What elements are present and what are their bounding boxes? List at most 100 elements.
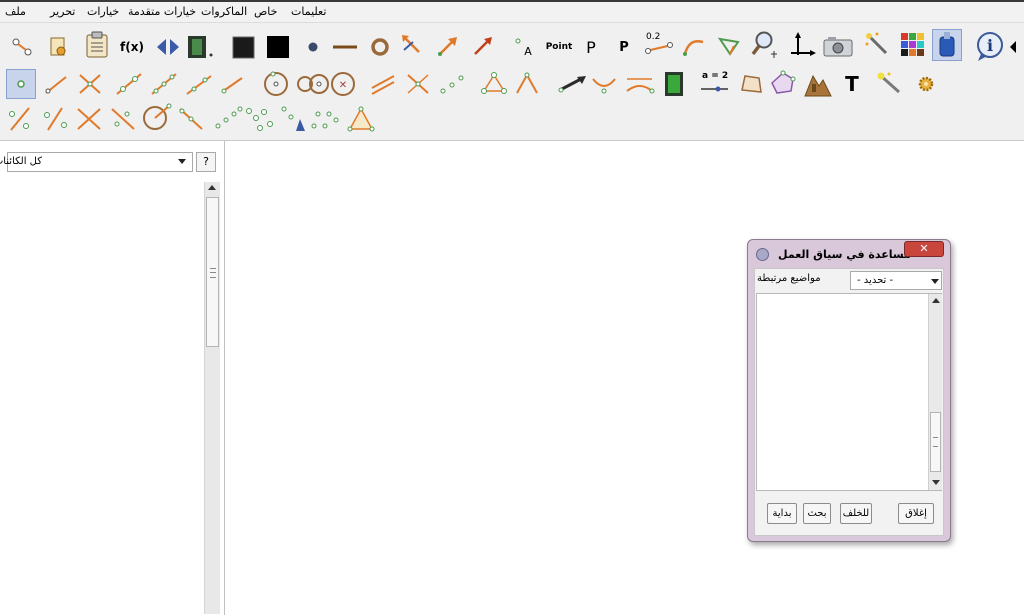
locus-icon[interactable] xyxy=(244,105,276,133)
menu-advanced-options[interactable]: خيارات متقدمة xyxy=(128,5,196,18)
clipboard-icon[interactable] xyxy=(83,31,111,59)
toolbar-scroll-left-icon[interactable] xyxy=(1005,33,1021,61)
cross-lines-icon[interactable] xyxy=(75,105,103,133)
polygon-points-icon[interactable] xyxy=(480,70,508,98)
object-filter-dropdown[interactable]: كل الكائنات xyxy=(0,152,193,172)
info-icon[interactable]: i xyxy=(975,30,1005,62)
menu-options[interactable]: خيارات xyxy=(87,5,119,18)
scrollbar-thumb[interactable] xyxy=(206,197,219,347)
triangle-icon[interactable] xyxy=(346,105,376,133)
magic-wand-icon[interactable] xyxy=(864,31,892,59)
angle-bisector-icon[interactable] xyxy=(513,70,541,98)
scroll-up-icon[interactable] xyxy=(932,298,940,303)
topic-select[interactable]: - تحديد - xyxy=(850,271,942,290)
dilate-icon[interactable] xyxy=(177,105,205,133)
search-button[interactable]: بحث xyxy=(803,503,831,524)
p-letter-tool[interactable]: P xyxy=(577,33,605,61)
ratio-segment-icon[interactable] xyxy=(41,105,69,133)
menu-macros[interactable]: الماكروات xyxy=(201,5,247,18)
reflect-icon[interactable] xyxy=(154,33,182,61)
relation-wand-icon[interactable] xyxy=(876,70,904,98)
transform-arrows-icon[interactable] xyxy=(398,31,426,59)
ray-arrow-icon[interactable] xyxy=(469,32,497,60)
circle-style-icon[interactable] xyxy=(366,33,394,61)
dialog-app-icon xyxy=(756,248,769,261)
perpendicular-bisector-icon[interactable] xyxy=(404,70,432,98)
sidebar-help-button[interactable]: ? xyxy=(196,152,216,172)
scrollbar-thumb[interactable] xyxy=(930,412,941,472)
menu-help[interactable]: تعليمات xyxy=(291,5,326,18)
image-insert-icon[interactable] xyxy=(802,70,834,98)
menu-special[interactable]: خاص xyxy=(254,5,277,18)
triangle-select-icon[interactable] xyxy=(715,32,743,60)
gear-icon[interactable] xyxy=(912,70,940,98)
segment-icon[interactable] xyxy=(42,70,70,98)
close-button[interactable]: إغلاق xyxy=(898,503,934,524)
circle-radius-icon[interactable]: ✕ xyxy=(329,70,357,98)
parallel-line-icon[interactable] xyxy=(185,70,213,98)
new-point-icon[interactable] xyxy=(6,69,36,99)
quadrilateral-icon[interactable] xyxy=(738,70,766,98)
axes-icon[interactable] xyxy=(788,31,816,59)
ratio-icon[interactable] xyxy=(6,105,34,133)
help-scrollbar[interactable] xyxy=(928,294,942,490)
scroll-up-icon[interactable] xyxy=(208,185,216,190)
dots-sequence-icon[interactable] xyxy=(214,105,243,133)
vector-from-point-icon[interactable] xyxy=(557,70,589,98)
intersect-lines-icon[interactable] xyxy=(76,70,104,98)
move-tool-icon[interactable] xyxy=(8,33,36,61)
svg-text:✕: ✕ xyxy=(339,80,347,91)
function-tool[interactable]: f(x) xyxy=(118,33,146,61)
grip-icon xyxy=(210,268,216,278)
arc-tool-icon[interactable] xyxy=(680,32,708,60)
vector-arrow-icon[interactable] xyxy=(434,32,462,60)
black-square-icon[interactable] xyxy=(264,33,292,61)
help-text-area[interactable] xyxy=(756,293,942,491)
chevron-down-icon xyxy=(178,159,186,164)
animation-film-icon[interactable] xyxy=(660,70,688,98)
circle-center-point-icon[interactable] xyxy=(262,70,290,98)
trace-icon[interactable] xyxy=(280,105,308,133)
polar-line-icon[interactable] xyxy=(590,70,618,98)
ray-icon[interactable] xyxy=(218,70,246,98)
perpendicular-line-icon[interactable] xyxy=(369,70,397,98)
regular-polygon-icon[interactable] xyxy=(769,70,797,98)
menu-edit[interactable]: تحرير xyxy=(50,5,75,18)
point-pairs-icon[interactable] xyxy=(311,105,339,133)
home-button[interactable]: بداية xyxy=(767,503,797,524)
dialog-body: مواضيع مرتبطة - تحديد - بداية بحث للخلف … xyxy=(754,268,944,536)
p-bold-tool[interactable]: P xyxy=(610,33,638,61)
line-three-points-icon[interactable] xyxy=(150,70,178,98)
chevron-down-icon xyxy=(931,279,939,284)
point-label-tool[interactable]: A xyxy=(510,33,538,61)
midpoint-icon[interactable] xyxy=(438,70,466,98)
scroll-down-icon[interactable] xyxy=(932,480,940,485)
slider-tool[interactable]: a = 2 xyxy=(698,70,732,98)
line-two-points-icon[interactable] xyxy=(115,70,143,98)
circle-three-points-icon[interactable] xyxy=(296,70,330,98)
film-strip-icon[interactable] xyxy=(186,33,214,61)
grip-icon xyxy=(933,437,938,447)
menu-file[interactable]: ملف xyxy=(5,5,26,18)
camera-icon[interactable] xyxy=(822,32,854,60)
sidebar-scrollbar[interactable] xyxy=(204,182,220,614)
svg-text:i: i xyxy=(987,36,993,55)
zoom-icon[interactable] xyxy=(751,30,779,58)
text-tool[interactable]: T xyxy=(838,70,866,98)
reflect-line-icon[interactable] xyxy=(109,105,137,133)
color-palette-icon[interactable] xyxy=(899,31,927,59)
context-help-dialog: مساعدة في سياق العمل ✕ مواضيع مرتبطة - ت… xyxy=(747,239,951,542)
point-size-icon[interactable] xyxy=(299,33,327,61)
close-icon[interactable]: ✕ xyxy=(904,241,944,257)
device-tool-icon[interactable] xyxy=(932,29,962,61)
tangent-line-icon[interactable] xyxy=(624,70,656,98)
dialog-title: مساعدة في سياق العمل xyxy=(778,248,911,261)
back-button[interactable]: للخلف xyxy=(840,503,872,524)
circle-tangent-icon[interactable] xyxy=(141,103,173,131)
objects-sidebar: كل الكائنات ? xyxy=(0,141,225,615)
number-slider-tool[interactable]: 0.2 xyxy=(642,31,676,59)
black-square-shaded-icon[interactable] xyxy=(229,33,257,61)
line-style-icon[interactable] xyxy=(331,33,359,61)
point-text-tool[interactable]: Point xyxy=(543,33,575,61)
document-settings-icon[interactable] xyxy=(44,33,72,61)
